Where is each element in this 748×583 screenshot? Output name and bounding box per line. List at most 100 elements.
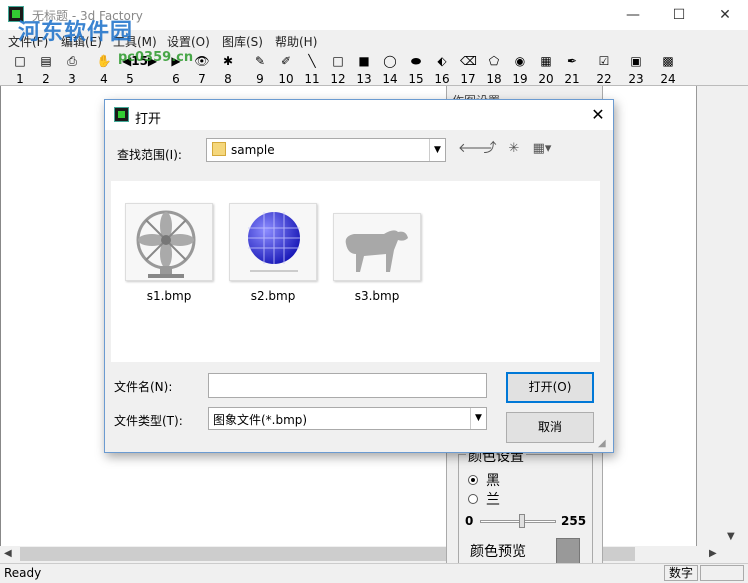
scroll-down-arrow-icon[interactable]: ▼ — [727, 531, 735, 542]
rect-icon: □ — [332, 54, 344, 68]
tool-button-10[interactable]: ✐ 10 — [274, 52, 298, 86]
radio-black-label: 黑 — [486, 473, 500, 489]
tool-number: 21 — [564, 72, 580, 86]
status-text: Ready — [4, 566, 42, 580]
close-button[interactable]: ✕ — [702, 0, 748, 30]
line-icon: ╲ — [308, 54, 316, 68]
check-icon: ☑ — [598, 54, 610, 68]
menu-help[interactable]: 帮助(H) — [275, 33, 317, 50]
maximize-button[interactable]: ☐ — [656, 0, 702, 30]
color-preview-label: 颜色预览 — [470, 544, 526, 560]
status-cell — [700, 565, 744, 581]
dialog-title-bar — [105, 100, 613, 130]
radio-blue[interactable] — [468, 494, 478, 504]
tool-button-21[interactable]: ✒ 21 — [560, 52, 584, 86]
tool-number: 15 — [408, 72, 424, 86]
tool-button-12[interactable]: □ 12 — [326, 52, 350, 86]
tool-button-23[interactable]: ▣ 23 — [624, 52, 648, 86]
tool-button-16[interactable]: ⬖ 16 — [430, 52, 454, 86]
filename-input[interactable] — [208, 373, 487, 398]
tool-button-22[interactable]: ☑ 22 — [592, 52, 616, 86]
open-icon: ▤ — [40, 54, 52, 68]
tool-button-7[interactable]: 👁 7 — [190, 52, 214, 86]
look-in-value: sample — [231, 143, 275, 157]
fill-icon: ⬖ — [437, 54, 447, 68]
scroll-right-arrow-icon[interactable]: ▶ — [709, 548, 717, 559]
dialog-title: 打开 — [135, 112, 162, 127]
eraser-icon: ⌫ — [460, 54, 477, 68]
color-slider-thumb[interactable] — [518, 514, 525, 528]
dialog-close-button[interactable]: ✕ — [586, 104, 610, 126]
file-name: s1.bmp — [146, 289, 192, 303]
tool-number: 2 — [42, 72, 50, 86]
slider-max-label: 255 — [561, 514, 587, 528]
filetype-label: 文件类型(T): — [114, 414, 183, 428]
file-list[interactable]: s1.bmp s2.bmp s3.bmp — [111, 181, 600, 362]
toolbar: □ 1 ▤ 2 ⎙ 3 ✋ 4 ◀15▶ 5 ▶ 6 👁 7 ✱ 8 ✎ 9 ✐ 10 ╲ 11 □ 12 ■ 13 ◯ 14 ⬬ 15 ⬖… — [0, 52, 748, 86]
canvas-margin — [696, 86, 722, 546]
circle-dot-icon: ◉ — [514, 54, 526, 68]
menu-gallery[interactable]: 图库(S) — [222, 33, 263, 50]
filled-ellipse-icon: ⬬ — [410, 54, 422, 68]
new-doc-icon: □ — [14, 54, 26, 68]
tool-button-14[interactable]: ◯ 14 — [378, 52, 402, 86]
watermark-logo: 河东软件园 — [18, 19, 134, 45]
tool-button-3[interactable]: ⎙ 3 — [60, 52, 84, 86]
tool-number: 23 — [628, 72, 644, 86]
back-arrow-icon[interactable]: 🡐 — [458, 140, 493, 158]
tool-number: 9 — [256, 72, 264, 86]
filename-label: 文件名(N): — [114, 380, 173, 394]
open-button[interactable]: 打开(O) — [506, 372, 594, 403]
filled-rect-icon: ■ — [358, 54, 370, 68]
fan-thumbnail-icon — [125, 203, 213, 281]
ellipse-icon: ◯ — [383, 54, 397, 68]
bug-icon: ✱ — [222, 54, 234, 68]
tool-button-4[interactable]: ✋ 4 — [92, 52, 116, 86]
tool-number: 10 — [278, 72, 294, 86]
tool-button-8[interactable]: ✱ 8 — [216, 52, 240, 86]
tool-number: 19 — [512, 72, 528, 86]
tool-button-15[interactable]: ⬬ 15 — [404, 52, 428, 86]
save-icon: ▣ — [630, 54, 642, 68]
tool-button-24[interactable]: ▩ 24 — [656, 52, 680, 86]
tool-button-13[interactable]: ■ 13 — [352, 52, 376, 86]
tool-button-18[interactable]: ⬠ 18 — [482, 52, 506, 86]
menu-settings[interactable]: 设置(O) — [167, 33, 210, 50]
radio-black[interactable] — [468, 475, 478, 485]
chevron-down-icon[interactable]: ▼ — [429, 139, 445, 161]
tool-number: 22 — [596, 72, 612, 86]
new-folder-icon[interactable]: ✳ — [505, 140, 523, 158]
chevron-down-icon[interactable]: ▼ — [470, 408, 486, 429]
tool-button-20[interactable]: ▦ 20 — [534, 52, 558, 86]
view-menu-icon[interactable]: ▦▾ — [528, 140, 556, 158]
tool-button-11[interactable]: ╲ 11 — [300, 52, 324, 86]
palette-icon: ▩ — [662, 54, 674, 68]
tool-button-19[interactable]: ◉ 19 — [508, 52, 532, 86]
file-item-s2[interactable]: s2.bmp — [221, 203, 317, 313]
scroll-left-arrow-icon[interactable]: ◀ — [4, 548, 12, 559]
hand-icon: ✋ — [96, 54, 112, 68]
sphere-thumbnail-icon — [229, 203, 317, 281]
file-name: s3.bmp — [354, 289, 400, 303]
minimize-button[interactable]: — — [610, 0, 656, 30]
tool-button-17[interactable]: ⌫ 17 — [456, 52, 480, 86]
tool-button-1[interactable]: □ 1 — [8, 52, 32, 86]
up-folder-icon[interactable]: ⤴ — [481, 140, 499, 158]
file-item-s1[interactable]: s1.bmp — [117, 203, 213, 313]
tool-number: 14 — [382, 72, 398, 86]
tool-button-9[interactable]: ✎ 9 — [248, 52, 272, 86]
tool-number: 4 — [100, 72, 108, 86]
tool-number: 18 — [486, 72, 502, 86]
resize-grip-icon[interactable]: ◢ — [598, 438, 610, 450]
look-in-label: 查找范围(I): — [117, 148, 182, 162]
vertical-scrollbar[interactable] — [722, 86, 744, 546]
cancel-button[interactable]: 取消 — [506, 412, 594, 443]
tool-button-2[interactable]: ▤ 2 — [34, 52, 58, 86]
file-item-s3[interactable]: s3.bmp — [325, 213, 421, 323]
dog-thumbnail-icon — [333, 213, 421, 281]
tool-number: 16 — [434, 72, 450, 86]
watermark-url: pc0359.cn — [118, 50, 194, 65]
radio-blue-label: 兰 — [486, 492, 500, 508]
dialog-app-icon — [114, 107, 129, 122]
tool-number: 13 — [356, 72, 372, 86]
